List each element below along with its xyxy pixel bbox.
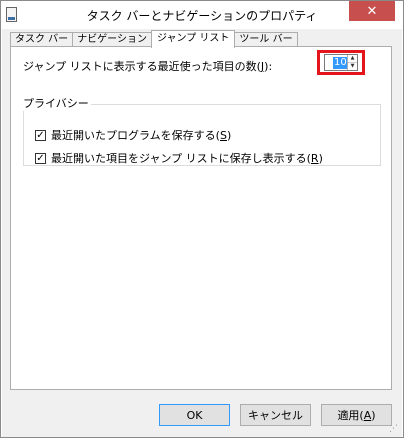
cancel-button[interactable]: キャンセル [240,404,311,426]
resize-grip-icon[interactable]: ⋰ [389,424,399,434]
jumplist-panel: ジャンプ リストに表示する最近使った項目の数(J): 10 ▲ ▼ プライバシー… [10,46,392,390]
apply-button[interactable]: 適用(A) [321,404,392,426]
save-recent-programs-label: 最近開いたプログラムを保存する(S) [51,129,232,142]
recent-items-spinner[interactable]: 10 ▲ ▼ [324,54,358,71]
close-button[interactable]: ✕ [349,1,395,21]
recent-items-count-label: ジャンプ リストに表示する最近使った項目の数(J): [23,60,273,73]
save-recent-programs-option[interactable]: ✓ 最近開いたプログラムを保存する(S) [35,127,231,143]
save-recent-programs-checkbox[interactable]: ✓ [35,129,46,141]
tab-navigation[interactable]: ナビゲーション [72,32,152,47]
tab-strip: タスク バー ナビゲーション ジャンプ リスト ツール バー [10,30,298,48]
save-recent-items-option[interactable]: ✓ 最近開いた項目をジャンプ リストに保存し表示する(R) [35,150,323,166]
window-title: タスク バーとナビゲーションのプロパティ [86,9,318,23]
close-icon: ✕ [366,3,378,19]
tab-toolbars[interactable]: ツール バー [234,32,298,47]
recent-items-count-value[interactable]: 10 [333,57,348,69]
spinner-buttons: ▲ ▼ [347,55,357,70]
save-recent-items-label: 最近開いた項目をジャンプ リストに保存し表示する(R) [51,152,323,165]
spin-up-icon[interactable]: ▲ [348,55,357,63]
tab-taskbar[interactable]: タスク バー [10,32,74,47]
checkmark-icon: ✓ [36,129,45,141]
checkmark-icon: ✓ [36,152,45,164]
ok-button[interactable]: OK [159,404,230,426]
tab-jumplist[interactable]: ジャンプ リスト [151,30,236,48]
properties-dialog: タスク バーとナビゲーションのプロパティ ✕ タスク バー ナビゲーション ジャ… [0,0,404,438]
dialog-client: タスク バー ナビゲーション ジャンプ リスト ツール バー ジャンプ リストに… [2,29,402,437]
save-recent-items-checkbox[interactable]: ✓ [35,152,46,164]
spin-down-icon[interactable]: ▼ [348,63,357,70]
title-bar[interactable]: タスク バーとナビゲーションのプロパティ ✕ [1,1,403,29]
privacy-group-label: プライバシー [21,95,91,111]
